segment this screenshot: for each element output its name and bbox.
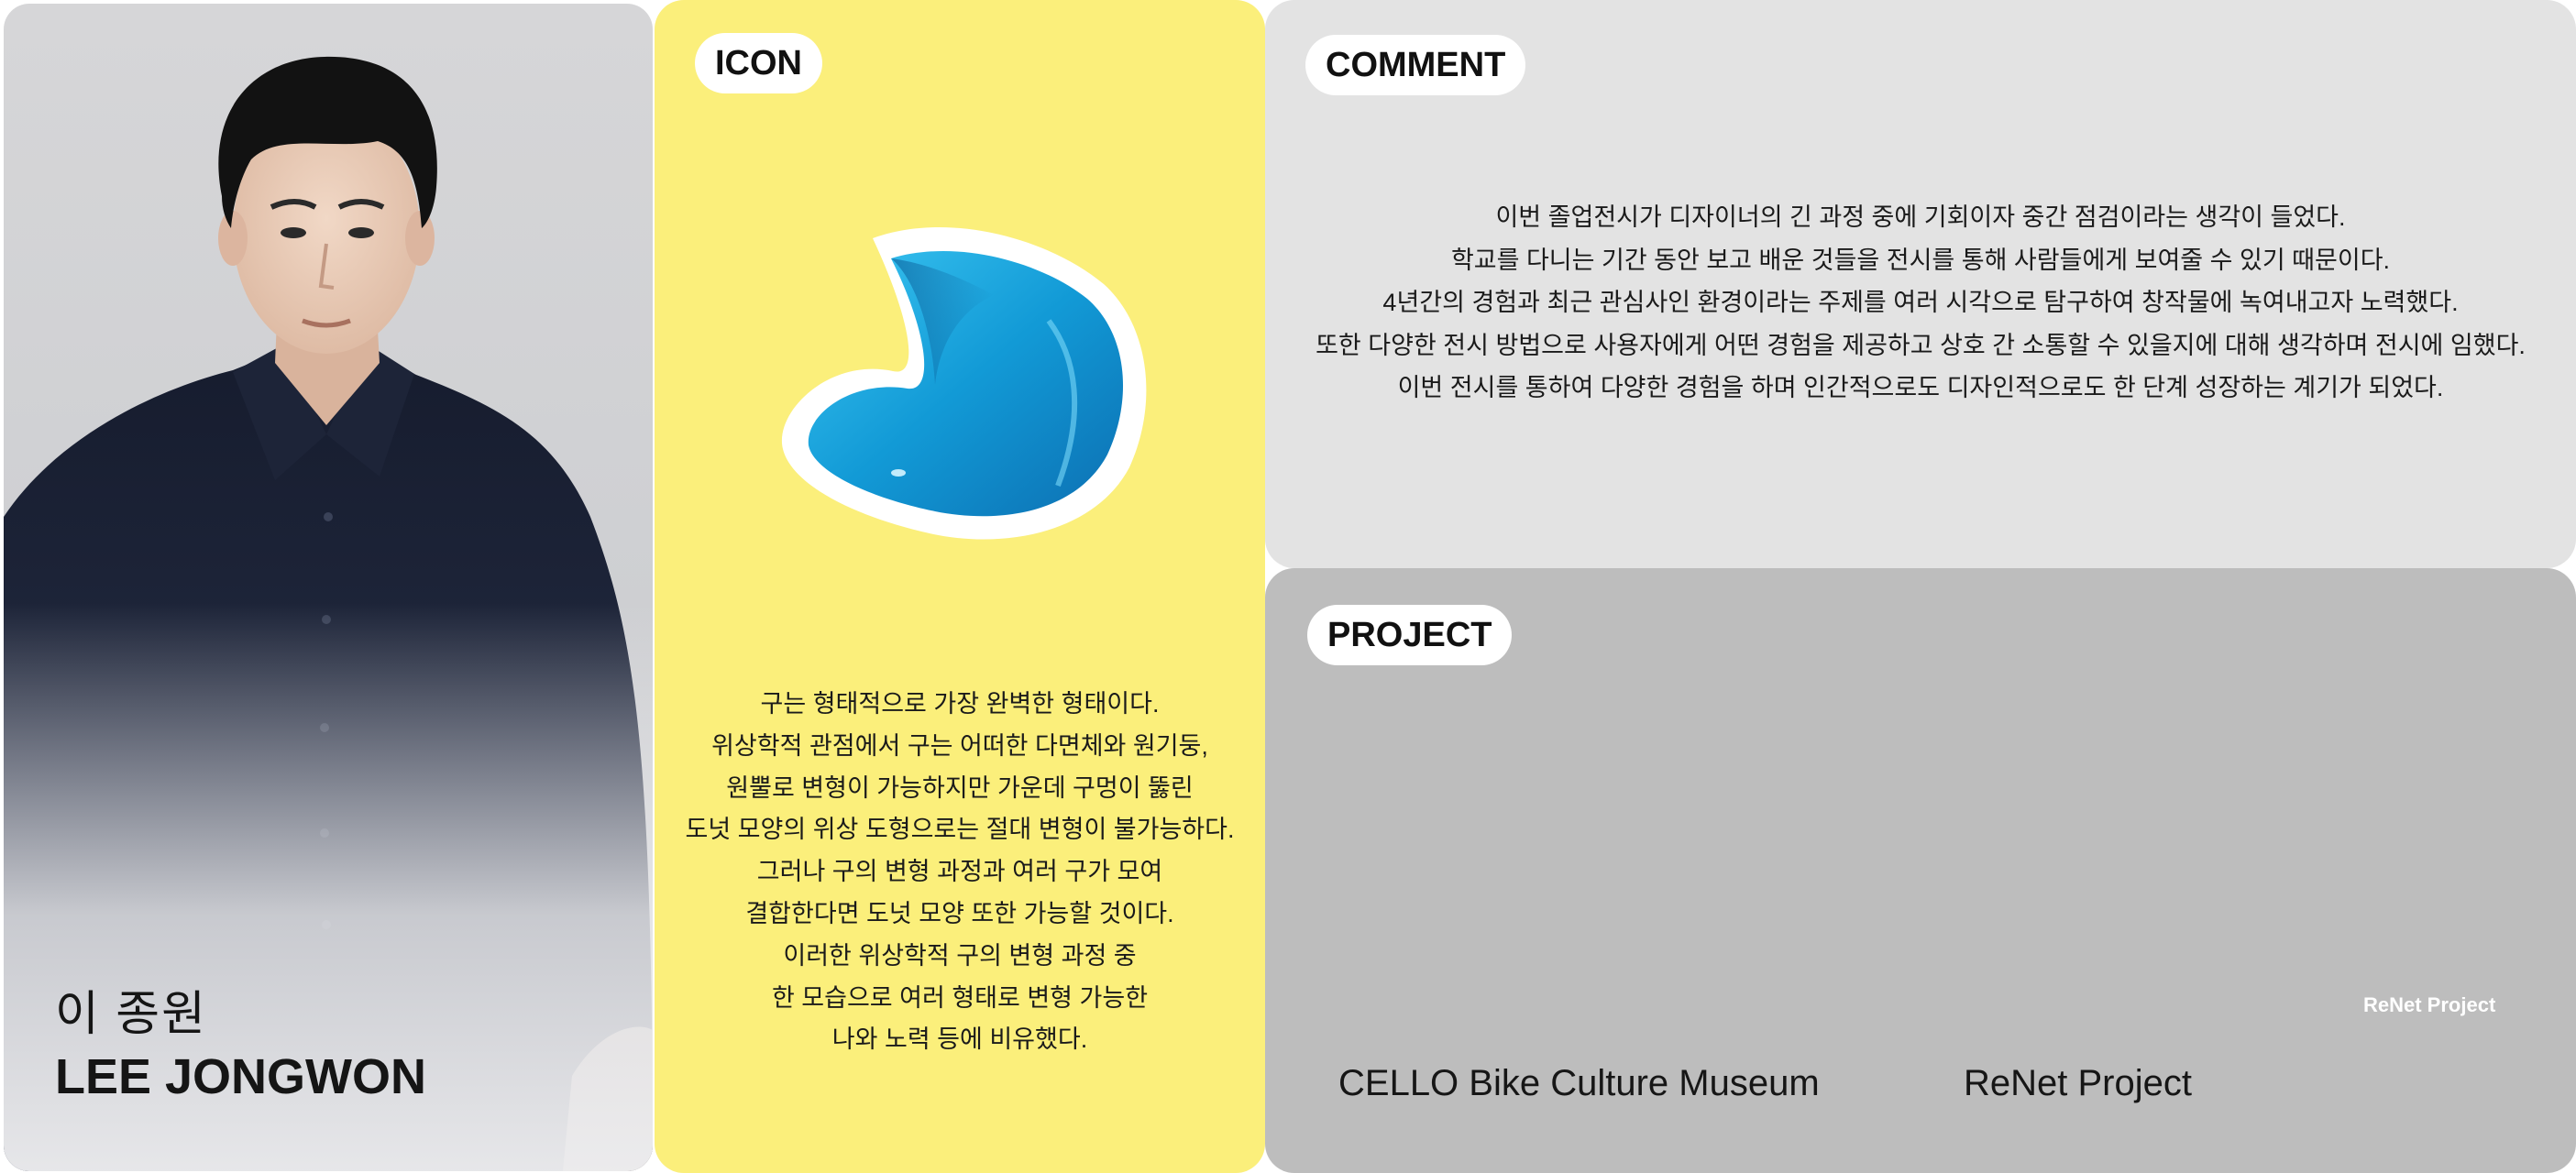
comment-body: 이번 졸업전시가 디자이너의 긴 과정 중에 기회이자 중간 점검이라는 생각이… xyxy=(1265,196,2576,410)
icon-description-line: 결합한다면 도넛 모양 또한 가능할 것이다. xyxy=(745,899,1174,927)
icon-description-line: 구는 형태적으로 가장 완벽한 형태이다. xyxy=(760,690,1160,718)
comment-panel: COMMENT 이번 졸업전시가 디자이너의 긴 과정 중에 기회이자 중간 점… xyxy=(1265,0,2576,568)
profile-panel: 이 종원 LEE JONGWON xyxy=(4,4,653,1171)
icon-section-label: ICON xyxy=(695,33,822,93)
blue-twisted-sphere-icon xyxy=(781,227,1147,540)
comment-line: 학교를 다니는 기간 동안 보고 배운 것들을 전시를 통해 사람들에게 보여줄… xyxy=(1450,246,2391,274)
icon-description: 구는 형태적으로 가장 완벽한 형태이다. 위상학적 관점에서 구는 어떠한 다… xyxy=(655,684,1265,1061)
profile-name-korean: 이 종원 xyxy=(55,988,207,1041)
profile-name-english: LEE JONGWON xyxy=(55,1049,427,1104)
icon-description-line: 이러한 위상학적 구의 변형 과정 중 xyxy=(783,941,1137,970)
icon-description-line: 도넛 모양의 위상 도형으로는 절대 변형이 불가능하다. xyxy=(685,816,1235,844)
comment-line: 또한 다양한 전시 방법으로 사용자에게 어떤 경험을 제공하고 상호 간 소통… xyxy=(1316,331,2526,359)
project-section-label: PROJECT xyxy=(1307,605,1513,665)
project-panel: PROJECT ReNet Project CELLO Bike Culture… xyxy=(1265,568,2576,1173)
icon-description-line: 그러나 구의 변형 과정과 여러 구가 모여 xyxy=(756,858,1163,886)
project-link-renet-project[interactable]: ReNet Project xyxy=(1964,1063,2192,1104)
icon-description-line: 나와 노력 등에 비유했다. xyxy=(831,1025,1088,1054)
comment-line: 이번 전시를 통하여 다양한 경험을 하며 인간적으로도 디자인적으로도 한 단… xyxy=(1397,374,2444,401)
project-link-cello-bike-culture-museum[interactable]: CELLO Bike Culture Museum xyxy=(1338,1063,1820,1104)
comment-line: 4년간의 경험과 최근 관심사인 환경이라는 주제를 여러 시각으로 탐구하여 … xyxy=(1382,289,2459,316)
project-hover-tag: ReNet Project xyxy=(2363,993,2496,1016)
comment-section-label: COMMENT xyxy=(1305,35,1526,95)
icon-description-line: 한 모습으로 여러 형태로 변형 가능한 xyxy=(771,983,1149,1012)
icon-description-line: 원뿔로 변형이 가능하지만 가운데 구멍이 뚫린 xyxy=(726,773,1194,802)
icon-description-line: 위상학적 관점에서 구는 어떠한 다면체와 원기둥, xyxy=(711,731,1208,760)
icon-panel: ICON 구는 형태적으로 가장 완벽한 형태이다. 위상학적 관점에서 구는 … xyxy=(655,0,1265,1173)
comment-line: 이번 졸업전시가 디자이너의 긴 과정 중에 기회이자 중간 점검이라는 생각이… xyxy=(1495,203,2346,231)
